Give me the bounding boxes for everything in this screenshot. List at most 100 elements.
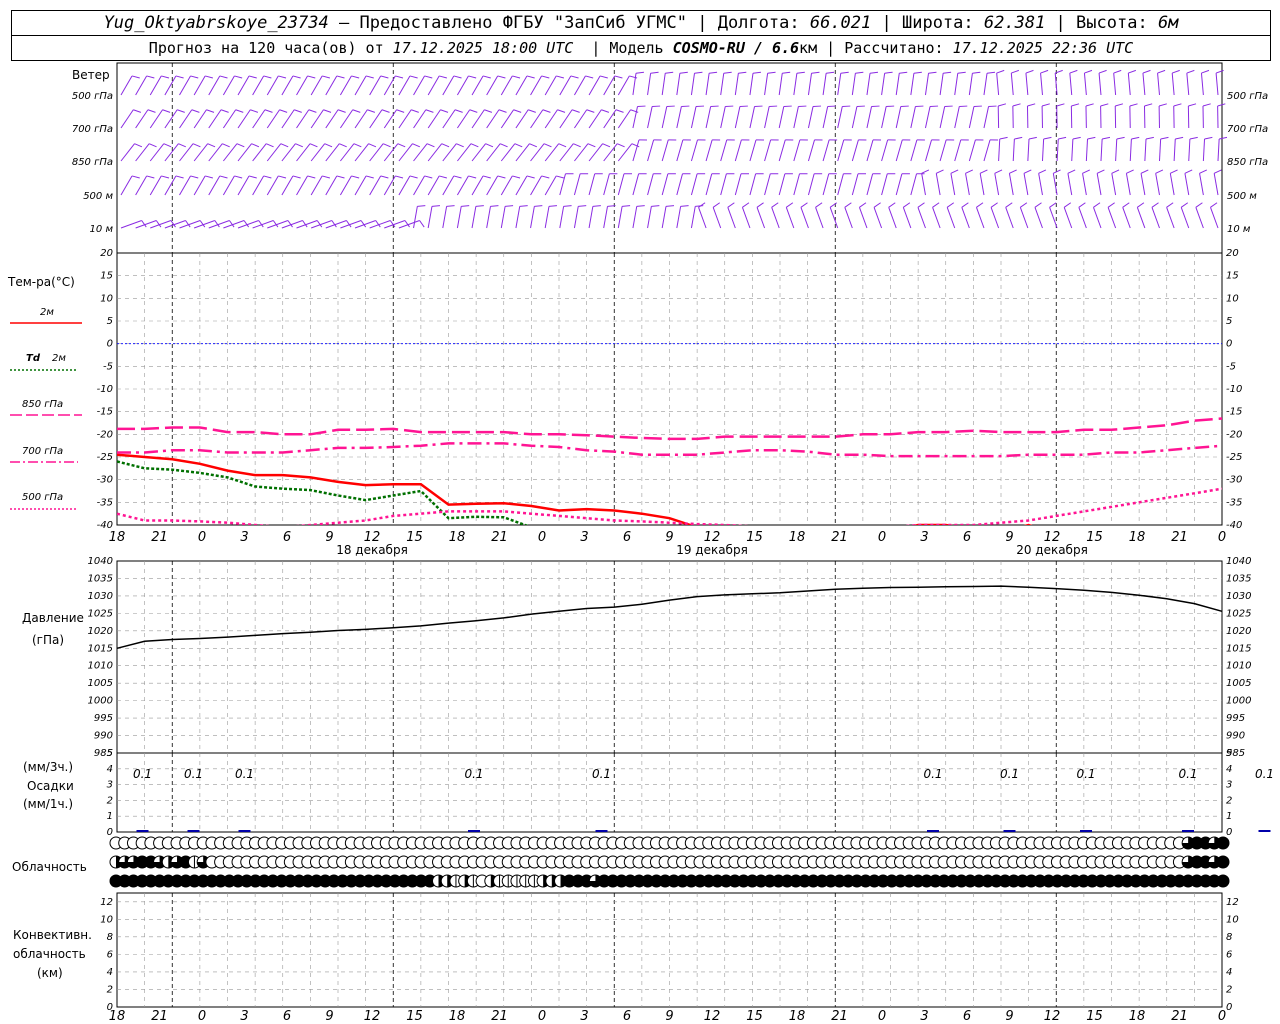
wind-barb-staff — [793, 73, 798, 96]
wind-barb — [1115, 136, 1125, 162]
wind-barb-staff — [193, 175, 206, 196]
wind-barb-staff — [208, 143, 223, 162]
temp-axis-tick-right: -5 — [1226, 361, 1236, 372]
wind-barb-flag — [1217, 103, 1226, 107]
wind-barb-staff — [939, 106, 946, 129]
x-tick-top: 21 — [151, 530, 168, 545]
wind-barb — [456, 205, 470, 229]
wind-barb-flag — [556, 75, 565, 79]
wind-barb-flag — [294, 109, 302, 113]
wind-barb-flag — [541, 75, 550, 79]
wind-barb-flag — [440, 109, 449, 113]
wind-barb-staff — [822, 106, 829, 129]
wind-barb-staff — [895, 73, 900, 96]
precip-value-label: 0.1 — [184, 767, 203, 781]
wind-barb-staff — [1199, 173, 1204, 196]
wind-barb-flag — [248, 75, 257, 79]
wind-barb-staff — [866, 73, 871, 96]
wind-barb-staff — [749, 173, 757, 196]
wind-barb-staff — [1173, 139, 1176, 162]
wind-barb-flag — [1087, 136, 1096, 140]
wind-barb-staff — [310, 143, 326, 162]
wind-barb-flag — [1128, 69, 1137, 74]
wind-barb — [617, 205, 631, 229]
wind-barb — [1008, 169, 1017, 196]
wind-barb-flag — [556, 175, 565, 179]
wind-barb-flag — [1142, 69, 1151, 74]
wind-barb-staff — [164, 175, 177, 196]
wind-barb-staff — [1158, 139, 1162, 162]
wind-barb-staff — [164, 109, 178, 129]
x-tick-top: 15 — [1086, 530, 1103, 545]
wind-barb — [866, 105, 880, 129]
temp-axis-tick-right: -30 — [1226, 475, 1242, 486]
wind-barb-staff — [559, 143, 574, 162]
wind-barb-staff — [676, 106, 682, 129]
wind-level-500hpa-right: 500 гПа — [1227, 91, 1268, 102]
wind-barb-flag — [308, 109, 317, 113]
wind-barb-flag — [395, 75, 404, 79]
wind-barb-flag — [514, 143, 523, 148]
wind-barb — [1019, 202, 1029, 229]
wind-barb — [1213, 169, 1222, 196]
wind-barb-staff — [837, 139, 845, 162]
wind-barb-flag — [175, 175, 184, 179]
wind-barb-staff — [851, 106, 858, 129]
wind-barb — [705, 139, 721, 162]
wind-barb-flag — [368, 143, 377, 148]
wind-barb — [690, 71, 703, 96]
x-tick-bottom: 12 — [704, 1009, 721, 1024]
wind-barb — [822, 173, 837, 196]
wind-barb-staff — [734, 106, 741, 129]
wind-barb — [741, 202, 751, 229]
wind-barb-flag — [742, 202, 750, 208]
wind-barb-staff — [573, 173, 581, 196]
wind-barb-staff — [924, 73, 930, 96]
pressure-axis-tick-left: 1015 — [88, 643, 113, 654]
wind-barb-flag — [782, 71, 791, 74]
wind-barb-staff — [1111, 173, 1117, 196]
cloud-circle — [1216, 855, 1230, 869]
x-tick-bottom: 18 — [1129, 1009, 1146, 1024]
wind-barb-flag — [526, 75, 535, 79]
wind-barb — [457, 143, 479, 162]
wind-barb-flag — [1188, 103, 1197, 107]
wind-barb — [588, 143, 611, 162]
wind-barb-staff — [515, 109, 529, 129]
wind-barb-flag — [380, 75, 389, 79]
wind-barb-staff — [208, 75, 221, 96]
wind-barb-flag — [529, 143, 538, 148]
precip-value-label: 0.1 — [1076, 767, 1095, 781]
wind-barb-staff — [690, 173, 698, 196]
wind-barb — [252, 143, 274, 162]
wind-barb — [442, 205, 455, 229]
wind-barb-flag — [899, 71, 908, 74]
wind-barb-staff — [632, 139, 640, 162]
wind-barb-flag — [324, 143, 333, 148]
wind-barb-flag — [1056, 103, 1065, 107]
pressure-axis-tick-right: 1025 — [1226, 608, 1251, 619]
wind-barb-flag — [1093, 202, 1101, 208]
wind-barb — [888, 202, 897, 229]
wind-barb — [734, 139, 750, 162]
wind-barb — [1025, 69, 1034, 96]
wind-barb-flag — [295, 143, 303, 148]
wind-barb — [837, 105, 851, 129]
wind-barb-staff — [807, 173, 815, 196]
wind-barb-flag — [1043, 136, 1052, 140]
wind-barb-flag — [498, 109, 507, 113]
wind-barb — [661, 139, 677, 162]
wind-barb-staff — [559, 109, 573, 129]
wind-barb-flag — [976, 202, 984, 208]
wind-barb-flag — [1155, 169, 1164, 174]
wind-barb-staff — [996, 73, 1000, 96]
wind-barb-flag — [650, 71, 659, 74]
x-tick-bottom: 9 — [665, 1009, 673, 1024]
wind-barb — [164, 143, 186, 162]
conv-axis-tick-right: 0 — [1226, 1002, 1232, 1013]
wind-barb-staff — [515, 175, 528, 196]
x-tick-bottom: 0 — [538, 1009, 546, 1024]
pressure-axis-tick-right: 1005 — [1226, 678, 1251, 689]
wind-barb-staff — [1083, 73, 1087, 96]
wind-barb-staff — [705, 173, 713, 196]
